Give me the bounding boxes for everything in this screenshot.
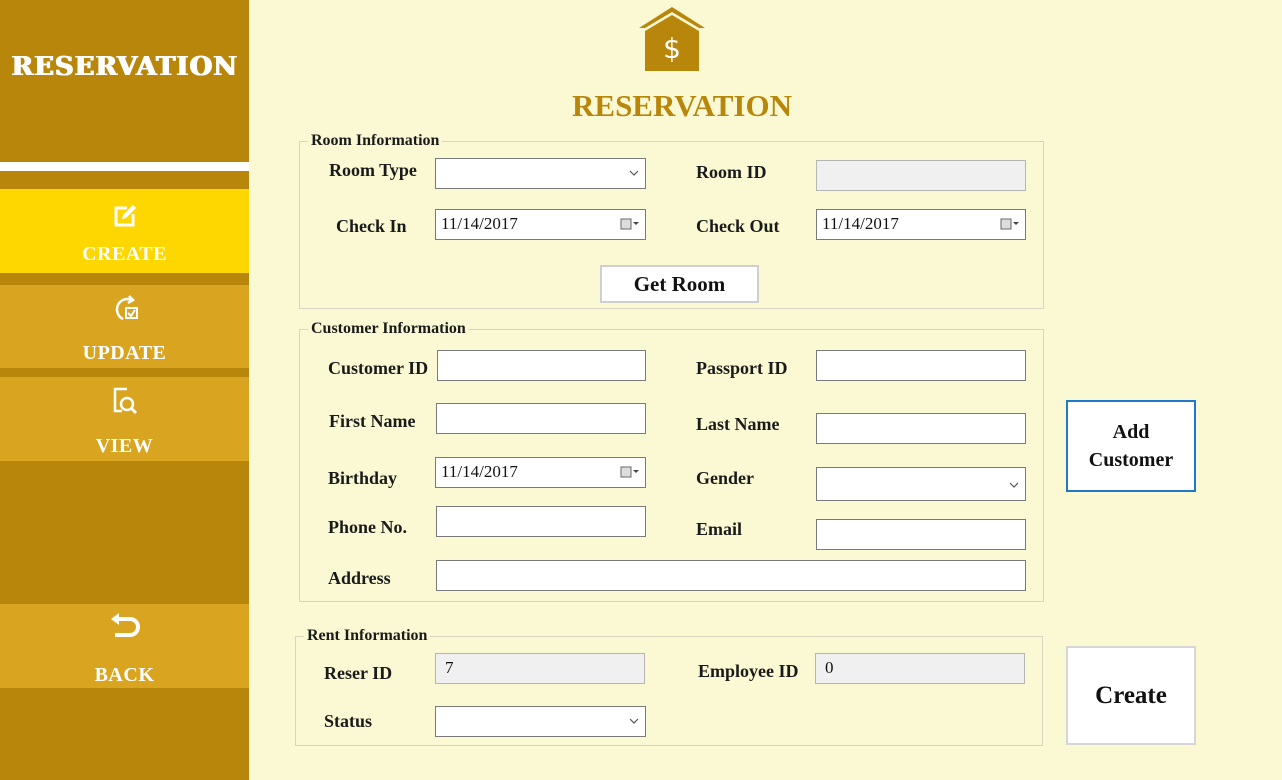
phone-field[interactable] xyxy=(436,506,646,537)
employee-id-label: Employee ID xyxy=(698,661,799,681)
add-customer-label-line2: Customer xyxy=(1088,449,1174,471)
room-type-label: Room Type xyxy=(329,160,417,180)
back-arrow-icon xyxy=(0,612,249,642)
sidebar-divider xyxy=(0,162,249,171)
sidebar-item-update[interactable]: UPDATE xyxy=(0,285,249,368)
room-id-field[interactable] xyxy=(816,160,1026,191)
room-id-label: Room ID xyxy=(696,162,767,182)
edit-icon xyxy=(0,203,249,229)
address-label: Address xyxy=(328,568,391,588)
first-name-field[interactable] xyxy=(436,403,646,434)
employee-id-field[interactable]: 0 xyxy=(815,653,1025,684)
svg-text:$: $ xyxy=(663,32,681,65)
last-name-field[interactable] xyxy=(816,413,1026,444)
sidebar-item-label: VIEW xyxy=(95,435,154,457)
chevron-down-icon xyxy=(629,718,639,724)
birthday-date-picker[interactable]: 11/14/2017 xyxy=(435,457,646,488)
check-out-label: Check Out xyxy=(696,216,780,236)
sidebar-title: RESERVATION xyxy=(11,52,238,82)
sidebar-item-label: UPDATE xyxy=(82,342,167,364)
gender-label: Gender xyxy=(696,468,754,488)
sidebar-item-create[interactable]: CREATE xyxy=(0,189,249,273)
first-name-label: First Name xyxy=(329,411,416,431)
group-title: Rent Information xyxy=(304,627,431,645)
sidebar: RESERVATION CREATE UPDATE VIEW BACK xyxy=(0,0,249,780)
sidebar-item-label: BACK xyxy=(94,664,155,686)
sidebar-item-label: CREATE xyxy=(82,243,167,265)
sidebar-item-view[interactable]: VIEW xyxy=(0,377,249,461)
passport-id-label: Passport ID xyxy=(696,358,788,378)
last-name-label: Last Name xyxy=(696,414,780,434)
birthday-label: Birthday xyxy=(328,468,398,488)
check-in-date-picker[interactable]: 11/14/2017 xyxy=(435,209,646,240)
calendar-dropdown-icon xyxy=(620,218,639,230)
sidebar-item-back[interactable]: BACK xyxy=(0,604,249,688)
add-customer-button[interactable]: Add Customer xyxy=(1066,400,1196,492)
status-select[interactable] xyxy=(435,706,646,737)
page-title: RESERVATION xyxy=(572,88,792,123)
phone-label: Phone No. xyxy=(328,517,408,537)
group-title: Customer Information xyxy=(308,320,469,338)
customer-id-field[interactable] xyxy=(437,350,646,381)
email-label: Email xyxy=(696,519,743,539)
create-button[interactable]: Create xyxy=(1066,646,1196,745)
status-label: Status xyxy=(324,711,373,731)
reser-id-field[interactable]: 7 xyxy=(435,653,645,684)
group-title: Room Information xyxy=(308,132,443,150)
check-out-date-picker[interactable]: 11/14/2017 xyxy=(816,209,1026,240)
add-customer-label-line1: Add xyxy=(1112,421,1150,443)
email-field[interactable] xyxy=(816,519,1026,550)
calendar-dropdown-icon xyxy=(620,466,639,478)
calendar-dropdown-icon xyxy=(1000,218,1019,230)
get-room-button[interactable]: Get Room xyxy=(600,265,759,303)
chevron-down-icon xyxy=(629,170,639,176)
house-dollar-icon: $ xyxy=(637,4,707,79)
chevron-down-icon xyxy=(1009,482,1019,488)
check-in-label: Check In xyxy=(336,216,407,236)
address-field[interactable] xyxy=(436,560,1026,591)
gender-select[interactable] xyxy=(816,467,1026,501)
customer-id-label: Customer ID xyxy=(328,358,429,378)
document-search-icon xyxy=(0,385,249,417)
reser-id-label: Reser ID xyxy=(324,663,393,683)
passport-id-field[interactable] xyxy=(816,350,1026,381)
room-type-select[interactable] xyxy=(435,158,646,189)
refresh-check-icon xyxy=(0,293,249,323)
